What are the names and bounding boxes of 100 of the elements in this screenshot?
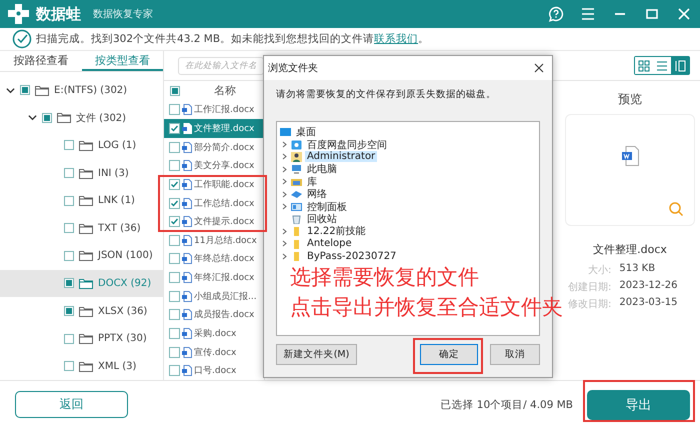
file-row[interactable]: 年终总结.docx [164,250,264,268]
checkbox[interactable] [169,178,180,190]
checkbox[interactable] [64,334,74,344]
export-button[interactable]: 导出 [587,390,690,420]
chevron-icon[interactable] [6,86,15,95]
checkbox[interactable] [64,140,74,150]
file-row[interactable]: 宣传.docx [164,342,264,362]
file-row[interactable]: 小组成员汇报... [164,286,264,306]
tree-item[interactable]: LNK (1) [0,186,163,214]
checkbox[interactable] [64,306,74,316]
chevron-icon[interactable] [28,113,37,122]
file-row[interactable]: 工作职能.docx [164,175,264,194]
checkbox[interactable] [64,278,74,288]
file-row[interactable]: 年终汇报.docx [164,268,264,287]
checkbox[interactable] [169,104,180,116]
checkbox[interactable] [169,216,180,228]
tree-item[interactable]: 文件 (302) [0,104,163,132]
folder-name: Antelope [306,238,353,250]
cancel-button[interactable]: 取消 [490,344,540,365]
checkbox[interactable] [42,112,52,123]
folder-item[interactable]: Administrator [277,150,539,164]
tab[interactable]: 按类型查看 [82,51,163,72]
checkbox[interactable] [169,328,180,339]
checkbox[interactable] [169,365,180,376]
column-header: 名称 [214,83,236,98]
folder-item[interactable]: 网络 [277,188,539,200]
folder-item[interactable]: 桌面 [277,126,539,138]
help-icon[interactable] [548,6,564,22]
folder-icon [291,251,302,262]
folder-icon [79,222,93,234]
tree-item[interactable]: INI (3) [0,159,163,187]
checkbox[interactable] [64,361,74,372]
file-name: 部分简介.docx [194,142,254,154]
file-name: 文件整理.docx [194,122,254,136]
back-button[interactable]: 返回 [15,391,128,418]
tree-item[interactable]: TXT (36) [0,214,163,242]
checkbox[interactable] [64,168,74,178]
folder-item[interactable]: Antelope [277,238,539,250]
file-name: 工作职能.docx [194,178,254,191]
tree-item[interactable]: PPTX (30) [0,324,163,352]
tree-label: PPTX (30) [98,333,147,344]
document-icon [182,216,192,228]
folder-item[interactable]: ByPass-20230727 [277,250,539,262]
tree-item[interactable]: JSON (100) [0,242,163,270]
folder-name: 网络 [306,188,328,202]
checkbox[interactable] [169,234,180,246]
folder-item[interactable]: 此电脑 [277,163,539,176]
folder-name: Administrator [305,151,378,162]
document-icon [182,104,192,116]
checkbox[interactable] [169,346,180,358]
folder-icon [79,195,93,206]
menu-icon[interactable] [580,6,596,22]
checkbox[interactable] [64,250,74,261]
file-row[interactable]: 文件提示.docx [164,212,264,231]
file-row[interactable]: 口号.docx [164,361,264,380]
search-field[interactable]: 在此处输入文件名 [178,56,264,74]
checkbox[interactable] [169,290,180,302]
ok-button[interactable]: 确定 [420,344,478,365]
preview-view-button[interactable] [671,57,689,74]
maximize-icon[interactable] [644,6,660,22]
file-row[interactable]: 11月总结.docx [164,230,264,250]
file-row[interactable]: 工作总结.docx [164,194,264,212]
checkbox[interactable] [64,196,74,206]
checkbox[interactable] [169,272,180,284]
folder-icon [79,250,93,262]
folder-item[interactable]: 库 [277,176,539,188]
new-folder-button[interactable]: 新建文件夹(M) [276,344,357,365]
file-row[interactable]: 部分简介.docx [164,138,264,156]
file-row[interactable]: 采购.docx [164,324,264,343]
contact-link[interactable]: 联系我们 [374,33,418,45]
checkbox[interactable] [169,160,180,172]
pc-icon [291,164,302,174]
folder-item[interactable]: 回收站 [277,212,539,226]
tree-item[interactable]: LOG (1) [0,132,163,160]
checkbox[interactable] [64,223,74,234]
tree-item[interactable]: XLSX (36) [0,297,163,325]
app-subtitle: 数据恢复专家 [93,8,153,21]
tab[interactable]: 按路径查看 [0,51,82,72]
file-row[interactable]: 成员报告.docx [164,305,264,324]
select-all-checkbox[interactable] [170,86,180,96]
file-row[interactable]: 文件整理.docx [164,119,264,138]
folder-name: 库 [306,176,318,189]
checkbox[interactable] [20,85,30,96]
checkbox[interactable] [169,198,180,209]
checkbox[interactable] [169,309,180,320]
folder-item[interactable]: 控制面板 [277,200,539,213]
checkbox[interactable] [169,123,180,134]
folder-item[interactable]: 百度网盘同步空间 [277,138,539,151]
file-row[interactable]: 工作汇报.docx [164,100,264,120]
checkbox[interactable] [169,142,180,153]
file-name: 小组成员汇报... [194,290,257,303]
close-icon[interactable] [534,63,544,73]
tree-item[interactable]: XML (3) [0,352,163,380]
checkbox[interactable] [169,253,180,264]
detail-value: 2023-12-26 [619,280,678,293]
file-row[interactable]: 美文分享.docx [164,156,264,176]
search-icon[interactable] [668,201,684,217]
tree-item[interactable]: E:(NTFS) (302) [0,76,163,104]
document-icon [182,198,192,209]
folder-item[interactable]: 12.22前技能 [277,225,539,238]
